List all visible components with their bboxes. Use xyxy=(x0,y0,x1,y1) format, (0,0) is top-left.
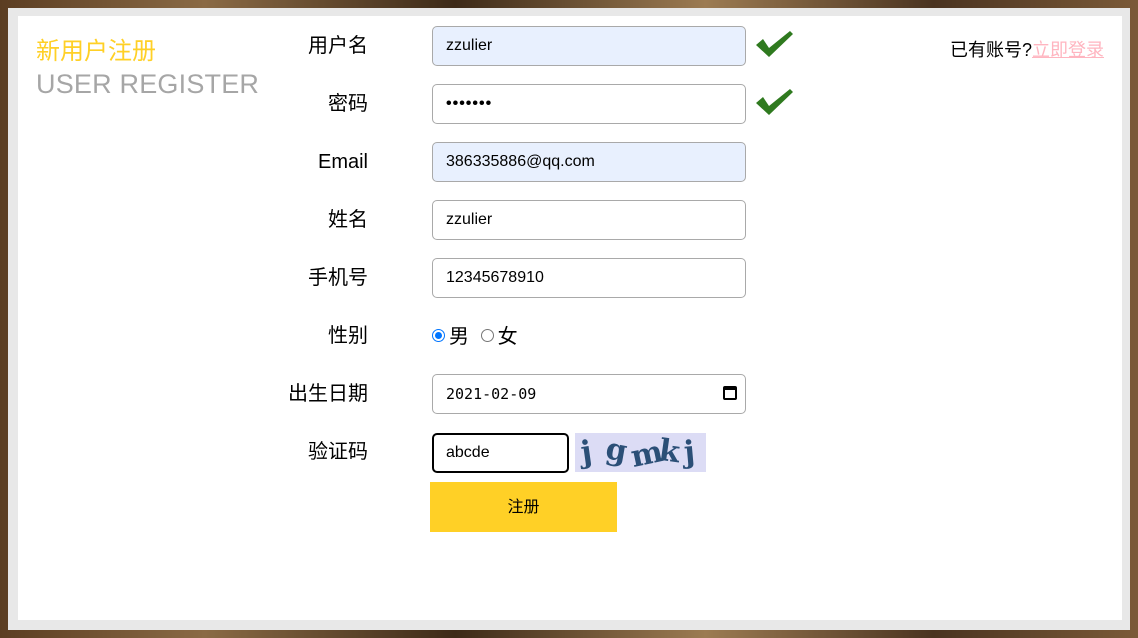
email-input[interactable]: 386335886@qq.com xyxy=(432,142,746,182)
check-icon xyxy=(756,89,793,115)
captcha-char: j xyxy=(578,434,595,471)
phone-row: 手机号 12345678910 xyxy=(0,258,820,298)
birthday-label: 出生日期 xyxy=(288,383,368,405)
check-icon xyxy=(756,31,793,57)
birthday-row: 出生日期 2021-02-09 xyxy=(0,374,820,414)
gender-radio-group: 男 女 xyxy=(432,322,518,352)
gender-male-radio[interactable] xyxy=(432,329,445,343)
captcha-label: 验证码 xyxy=(308,441,368,463)
gender-label: 性别 xyxy=(328,325,368,347)
login-prompt: 已有账号? xyxy=(949,40,1032,60)
name-input[interactable]: zzulier xyxy=(432,200,746,240)
register-button[interactable]: 注册 xyxy=(430,482,617,532)
gender-female-label[interactable]: 女 xyxy=(498,326,518,348)
captcha-char: g xyxy=(603,433,630,470)
calendar-icon[interactable] xyxy=(723,386,737,400)
name-label: 姓名 xyxy=(328,209,368,231)
username-input[interactable]: zzulier xyxy=(432,26,746,66)
captcha-char: j xyxy=(682,434,697,471)
login-hint: 已有账号?立即登录 xyxy=(950,36,1104,62)
password-row: 密码 ••••••• xyxy=(0,84,820,124)
birthday-value: 2021-02-09 xyxy=(446,385,537,403)
username-row: 用户名 zzulier xyxy=(0,26,820,66)
phone-label: 手机号 xyxy=(308,267,368,289)
captcha-image[interactable]: j g m k j xyxy=(575,433,706,472)
name-row: 姓名 zzulier xyxy=(0,200,820,240)
login-link[interactable]: 立即登录 xyxy=(1032,40,1104,60)
email-row: Email 386335886@qq.com xyxy=(0,142,820,182)
captcha-input[interactable]: abcde xyxy=(432,433,569,473)
gender-male-label[interactable]: 男 xyxy=(449,326,469,348)
phone-input[interactable]: 12345678910 xyxy=(432,258,746,298)
email-label: Email xyxy=(317,151,368,173)
password-input[interactable]: ••••••• xyxy=(432,84,746,124)
birthday-date-input[interactable]: 2021-02-09 xyxy=(432,374,746,414)
captcha-char: k xyxy=(656,433,683,471)
password-label: 密码 xyxy=(328,93,368,115)
gender-row: 性别 xyxy=(0,316,820,356)
username-label: 用户名 xyxy=(308,35,368,57)
gender-female-radio[interactable] xyxy=(480,329,494,343)
